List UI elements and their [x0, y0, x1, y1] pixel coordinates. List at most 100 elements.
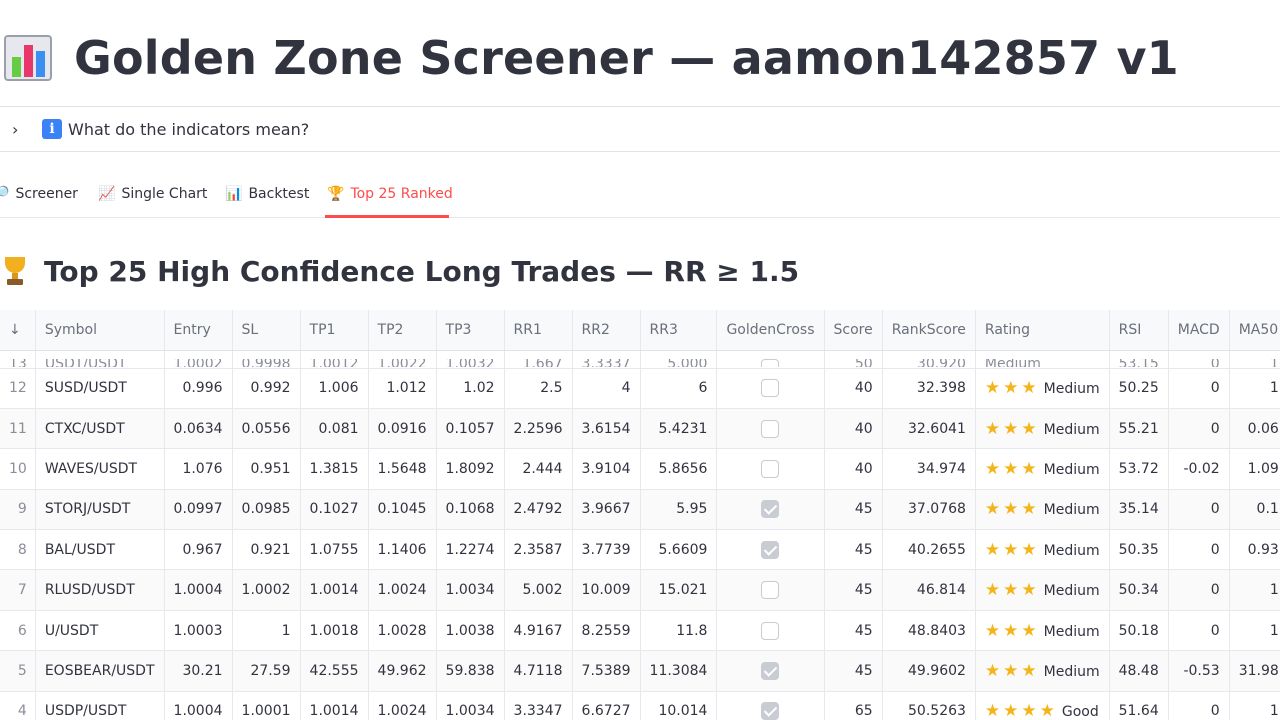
bar-chart-icon [2, 31, 56, 85]
cell-macd: 0 [1168, 489, 1230, 531]
cell-rr3: 11.3084 [640, 650, 718, 692]
column-header-entry[interactable]: Entry [164, 310, 233, 351]
cell-rating: ★★★ Medium [975, 529, 1110, 571]
cell-macd: 0 [1168, 569, 1230, 611]
sort-arrow-icon[interactable]: ↓ [0, 310, 36, 351]
cell-rankscore: 30.920 [916, 358, 966, 367]
column-header-ma50[interactable]: MA50 [1229, 310, 1280, 351]
cell-rr1: 2.5 [504, 368, 573, 409]
tab-backtest[interactable]: 📊 Backtest [225, 170, 309, 218]
column-header-rating[interactable]: Rating [975, 310, 1110, 351]
column-header-score[interactable]: Score [824, 310, 883, 351]
rating-label: Medium [1043, 663, 1100, 680]
cell-rr1: 2.4792 [504, 489, 573, 531]
goldencross-checkbox[interactable] [761, 540, 780, 559]
ranked-trades-table[interactable]: ↓ Symbol Entry SL TP1 TP2 TP3 RR1 RR2 RR… [0, 310, 1280, 720]
indicators-expander[interactable]: › i What do the indicators mean? [0, 107, 1280, 151]
tab-screener[interactable]: 🔎 Screener [0, 170, 78, 218]
cell-rr3: 5.000 [667, 358, 708, 367]
table-row[interactable]: 8 BAL/USDT 0.967 0.921 1.0755 1.1406 1.2274 2.3… [0, 529, 1280, 571]
table-row[interactable]: 5 EOSBEAR/USDT 30.21 27.59 42.555 49.962 59.83… [0, 650, 1280, 692]
star-rating-icon: ★★★ [984, 418, 1040, 439]
cell-ma50: 1 [1229, 691, 1280, 720]
rating-label: Medium [1043, 542, 1100, 559]
cell-sl: 27.59 [232, 650, 301, 692]
cell-rankscore: 32.398 [882, 368, 976, 409]
cell-rr2: 6.6727 [572, 691, 641, 720]
tab-single-chart[interactable]: 📈 Single Chart [98, 170, 207, 218]
cell-sl: 1 [232, 610, 301, 652]
cell-goldencross [716, 448, 825, 490]
cell-tp2: 1.0028 [368, 610, 437, 652]
cell-symbol: EOSBEAR/USDT [35, 650, 165, 692]
tab-label: Top 25 Ranked [350, 186, 453, 202]
rating-label: Medium [1043, 461, 1100, 478]
cell-tp3: 0.1068 [436, 489, 505, 531]
column-header-sl[interactable]: SL [232, 310, 301, 351]
column-header-rr3[interactable]: RR3 [640, 310, 718, 351]
cell-goldencross [716, 368, 825, 409]
goldencross-checkbox[interactable] [761, 500, 780, 519]
cell-tp2: 1.5648 [368, 448, 437, 490]
cell-sl: 0.951 [232, 448, 301, 490]
cell-ma50: 1 [1269, 358, 1279, 367]
cell-tp2: 1.0024 [368, 691, 437, 720]
cell-goldencross [716, 610, 825, 652]
goldencross-checkbox[interactable] [761, 581, 780, 600]
column-header-rankscore[interactable]: RankScore [882, 310, 976, 351]
column-header-rsi[interactable]: RSI [1109, 310, 1169, 351]
table-row[interactable]: 10 WAVES/USDT 1.076 0.951 1.3815 1.5648 1.8092… [0, 448, 1280, 490]
table-row[interactable]: 7 RLUSD/USDT 1.0004 1.0002 1.0014 1.0024 1.003… [0, 569, 1280, 611]
column-header-rr1[interactable]: RR1 [504, 310, 573, 351]
trophy-icon: 🏆 [327, 186, 345, 202]
table-header-row: ↓ Symbol Entry SL TP1 TP2 TP3 RR1 RR2 RR… [0, 310, 1280, 351]
goldencross-checkbox[interactable] [761, 621, 780, 640]
cell-tp2: 49.962 [368, 650, 437, 692]
cell-rr2: 3.3337 [581, 358, 631, 367]
table-row-partial[interactable]: 13 USDT/USDT 1.0002 0.9998 1.0012 1.0022… [0, 350, 1280, 369]
cell-macd: 0 [1210, 358, 1220, 367]
cell-symbol: STORJ/USDT [35, 489, 165, 531]
cell-rr3: 15.021 [640, 569, 718, 611]
cell-tp1: 1.006 [300, 368, 369, 409]
table-row[interactable]: 11 CTXC/USDT 0.0634 0.0556 0.081 0.0916 0.1057… [0, 408, 1280, 450]
cell-tp1: 1.0014 [300, 569, 369, 611]
column-header-tp3[interactable]: TP3 [436, 310, 505, 351]
cell-tp3: 1.0032 [445, 358, 495, 367]
cell-rating: ★★★ Medium [975, 569, 1110, 611]
tab-top-25-ranked[interactable]: 🏆 Top 25 Ranked [327, 170, 453, 218]
rating-label: Good [1061, 704, 1099, 720]
table-row[interactable]: 6 U/USDT 1.0003 1 1.0018 1.0028 1.0038 4.9167 8.… [0, 610, 1280, 652]
cell-ma50: 1 [1229, 610, 1280, 652]
goldencross-checkbox[interactable] [761, 419, 780, 438]
cell-tp2: 1.1406 [368, 529, 437, 571]
row-index: 8 [0, 529, 36, 571]
column-header-macd[interactable]: MACD [1168, 310, 1230, 351]
table-row[interactable]: 4 USDP/USDT 1.0004 1.0001 1.0014 1.0024 1.0034… [0, 691, 1280, 720]
cell-rsi: 48.48 [1109, 650, 1169, 692]
column-header-tp1[interactable]: TP1 [300, 310, 369, 351]
divider [0, 151, 1280, 152]
cell-tp1: 0.1027 [300, 489, 369, 531]
goldencross-checkbox[interactable] [761, 358, 780, 367]
column-header-rr2[interactable]: RR2 [572, 310, 641, 351]
cell-macd: 0 [1168, 610, 1230, 652]
tab-bar-divider [0, 217, 1280, 218]
rating-label: Medium [1043, 583, 1100, 600]
cell-rsi: 50.25 [1109, 368, 1169, 409]
goldencross-checkbox[interactable] [761, 459, 780, 478]
goldencross-checkbox[interactable] [761, 702, 780, 720]
cell-sl: 1.0001 [232, 691, 301, 720]
cell-ma50: 1.09 [1229, 448, 1280, 490]
cell-rankscore: 50.5263 [882, 691, 976, 720]
cell-tp3: 1.0034 [436, 691, 505, 720]
cell-rsi: 50.18 [1109, 610, 1169, 652]
table-row[interactable]: 9 STORJ/USDT 0.0997 0.0985 0.1027 0.1045 0.106… [0, 489, 1280, 531]
column-header-tp2[interactable]: TP2 [368, 310, 437, 351]
column-header-goldencross[interactable]: GoldenCross [716, 310, 825, 351]
goldencross-checkbox[interactable] [761, 379, 780, 398]
table-row[interactable]: 12 SUSD/USDT 0.996 0.992 1.006 1.012 1.02 2.5 4 6… [0, 368, 1280, 409]
column-header-symbol[interactable]: Symbol [35, 310, 165, 351]
active-tab-indicator [325, 215, 449, 218]
goldencross-checkbox[interactable] [761, 661, 780, 680]
